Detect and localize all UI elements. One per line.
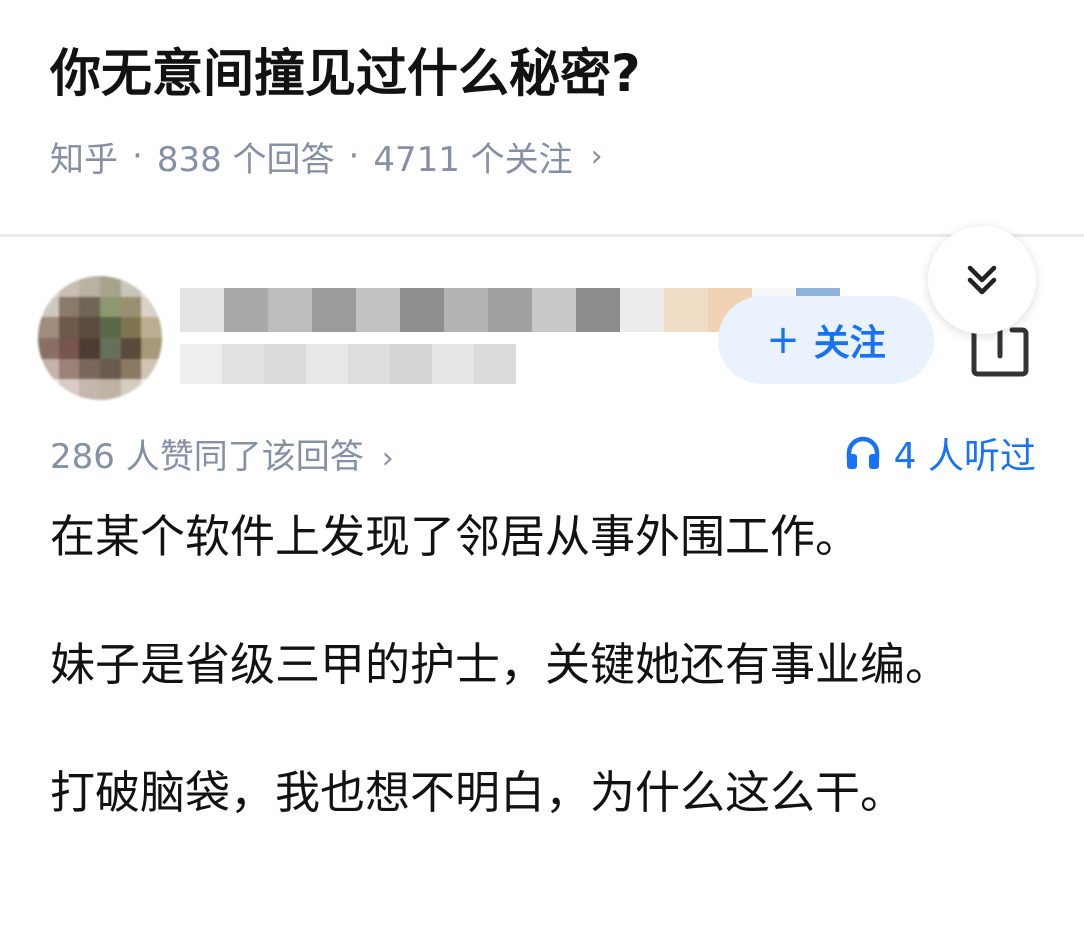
source-label: 知乎 [50,139,118,180]
answer-paragraph: 在某个软件上发现了邻居从事外围工作。 [50,510,861,563]
listen-button[interactable]: 4 人听过 [844,427,1036,479]
follow-label: 关注 [813,323,886,364]
headphones-icon [846,436,879,469]
question-meta[interactable]: 知乎 · 838 个回答 · 4711 个关注 › [50,130,603,182]
answer-content[interactable]: 在某个软件上发现了邻居从事外围工作。 妹子是省级三甲的护士，关键她还有事业编。 … [50,503,1010,887]
listen-count: 4 人听过 [893,436,1036,477]
follow-button[interactable]: + 关注 [718,296,934,384]
answer-count: 838 个回答 [156,139,335,180]
vote-row: 286 人赞同了该回答 › 4 人听过 [50,426,1036,480]
separator-dot: · [132,136,143,176]
double-chevron-down-icon [967,265,997,295]
author-bio-blurred [180,344,516,384]
follower-count: 4711 个关注 [373,139,573,180]
voters-link[interactable]: 286 人赞同了该回答 › [50,429,394,478]
answer-paragraph: 打破脑袋，我也想不明白，为什么这么干。 [50,766,906,819]
separator-dot: · [348,136,360,176]
collapse-button[interactable] [928,226,1036,334]
chevron-right-icon: › [590,138,603,174]
avatar[interactable] [38,276,162,400]
answer-paragraph: 妹子是省级三甲的护士，关键她还有事业编。 [50,638,951,691]
divider [0,234,1084,237]
question-title[interactable]: 你无意间撞见过什么秘密? [50,40,1030,110]
author-row: + 关注 [0,262,1084,412]
plus-icon: + [766,317,800,363]
vote-count: 286 人赞同了该回答 [50,436,364,477]
chevron-right-icon: › [381,440,394,476]
